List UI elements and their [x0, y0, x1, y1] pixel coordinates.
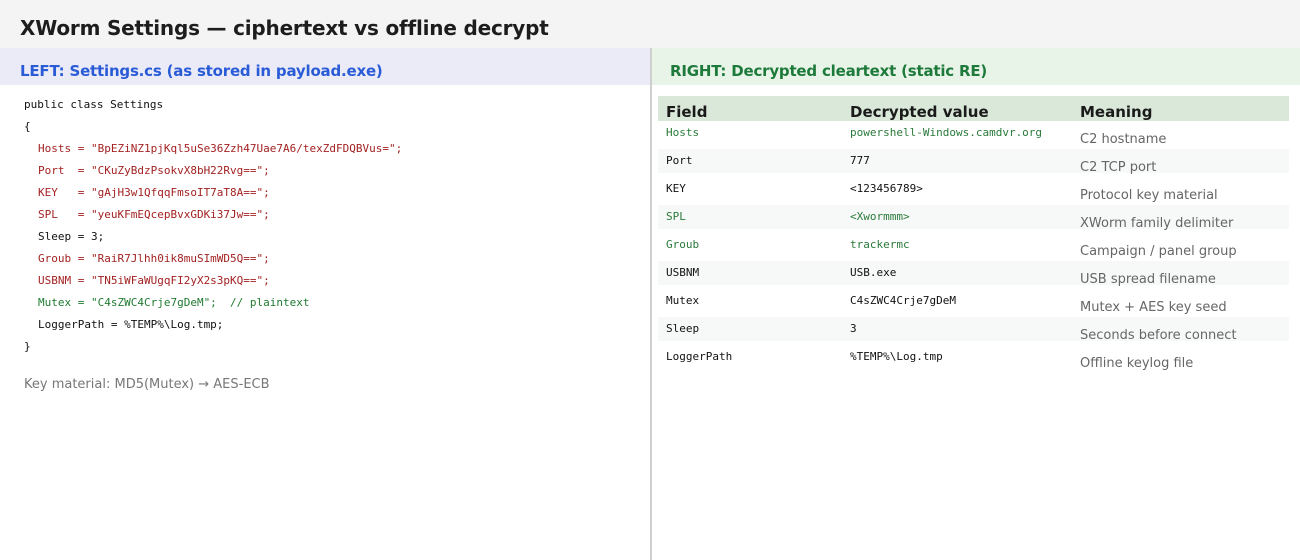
decrypted-value-cell: <Xwormmm>: [850, 210, 910, 223]
field-cell: KEY: [666, 182, 686, 195]
column-header-meaning: Meaning: [1080, 103, 1153, 121]
field-cell: Port: [666, 154, 693, 167]
table-row: Port 777 C2 TCP port: [658, 149, 1289, 175]
meaning-cell: Protocol key material: [1080, 188, 1218, 203]
code-line: Groub = "RaiR7Jlhh0ik8muSImWD5Q==";: [38, 252, 270, 265]
meaning-cell: Mutex + AES key seed: [1080, 300, 1227, 315]
field-cell: Sleep: [666, 322, 700, 335]
code-line: KEY = "gAjH3w1QfqqFmsoIT7aT8A==";: [38, 186, 270, 199]
right-panel-title: RIGHT: Decrypted cleartext (static RE): [670, 62, 988, 80]
field-cell: LoggerPath: [666, 350, 733, 363]
decrypted-value-cell: trackermc: [850, 238, 910, 251]
decrypted-value-cell: 3: [850, 322, 857, 335]
right-panel-header: RIGHT: Decrypted cleartext (static RE): [652, 48, 1300, 85]
decrypted-value-cell: 777: [850, 154, 870, 167]
code-line: {: [24, 120, 31, 133]
left-panel-header: LEFT: Settings.cs (as stored in payload.…: [0, 48, 650, 85]
code-line: Hosts = "BpEZiNZ1pjKql5uSe36Zzh47Uae7A6/…: [38, 142, 403, 155]
code-line: LoggerPath = %TEMP%\Log.tmp;: [38, 318, 224, 331]
code-line: Port = "CKuZyBdzPsokvX8bH22Rvg==";: [38, 164, 270, 177]
code-line: SPL = "yeuKFmEQcepBvxGDKi37Jw==";: [38, 208, 270, 221]
code-line: USBNM = "TN5iWFaWUgqFI2yX2s3pKQ==";: [38, 274, 270, 287]
decrypted-value-cell: USB.exe: [850, 266, 897, 279]
table-row: SPL <Xwormmm> XWorm family delimiter: [658, 205, 1289, 231]
meaning-cell: XWorm family delimiter: [1080, 216, 1234, 231]
table-row: Groub trackermc Campaign / panel group: [658, 233, 1289, 259]
table-row: LoggerPath %TEMP%\Log.tmp Offline keylog f…: [658, 345, 1289, 371]
code-line: Mutex = "C4sZWC4Crje7gDeM"; // plaintext: [38, 296, 310, 309]
field-cell: Mutex: [666, 294, 700, 307]
left-panel: LEFT: Settings.cs (as stored in payload.…: [0, 48, 650, 560]
meaning-cell: Campaign / panel group: [1080, 244, 1237, 259]
code-line: public class Settings: [24, 98, 164, 111]
meaning-cell: Seconds before connect: [1080, 328, 1237, 343]
table-header-row: Field Decrypted value Meaning: [658, 96, 1289, 121]
page-header: XWorm Settings — ciphertext vs offline d…: [0, 0, 1300, 48]
decrypted-value-cell: C4sZWC4Crje7gDeM: [850, 294, 956, 307]
table-row: Mutex C4sZWC4Crje7gDeM Mutex + AES key see…: [658, 289, 1289, 315]
field-cell: Hosts: [666, 126, 700, 139]
code-line: }: [24, 340, 31, 353]
code-block: public class Settings { Hosts = "BpEZiNZ1p…: [24, 98, 402, 362]
left-panel-title: LEFT: Settings.cs (as stored in payload.…: [20, 62, 383, 80]
key-material-note: Key material: MD5(Mutex) → AES-ECB: [24, 377, 270, 392]
meaning-cell: USB spread filename: [1080, 272, 1216, 287]
column-header-value: Decrypted value: [850, 103, 989, 121]
meaning-cell: C2 TCP port: [1080, 160, 1157, 175]
meaning-cell: C2 hostname: [1080, 132, 1167, 147]
code-line: Sleep = 3;: [38, 230, 105, 243]
right-panel: RIGHT: Decrypted cleartext (static RE) F…: [652, 48, 1300, 560]
table-row: Sleep 3 Seconds before connect: [658, 317, 1289, 343]
field-cell: USBNM: [666, 266, 700, 279]
field-cell: Groub: [666, 238, 700, 251]
decrypted-value-cell: <123456789>: [850, 182, 923, 195]
table-row: USBNM USB.exe USB spread filename: [658, 261, 1289, 287]
meaning-cell: Offline keylog file: [1080, 356, 1194, 371]
table-row: Hosts powershell-Windows.camdvr.org C2 hos…: [658, 121, 1289, 147]
column-header-field: Field: [666, 103, 708, 121]
field-cell: SPL: [666, 210, 686, 223]
decrypted-value-cell: %TEMP%\Log.tmp: [850, 350, 943, 363]
decrypted-value-cell: powershell-Windows.camdvr.org: [850, 126, 1043, 139]
table-row: KEY <123456789> Protocol key material: [658, 177, 1289, 203]
page-title: XWorm Settings — ciphertext vs offline d…: [20, 16, 549, 40]
